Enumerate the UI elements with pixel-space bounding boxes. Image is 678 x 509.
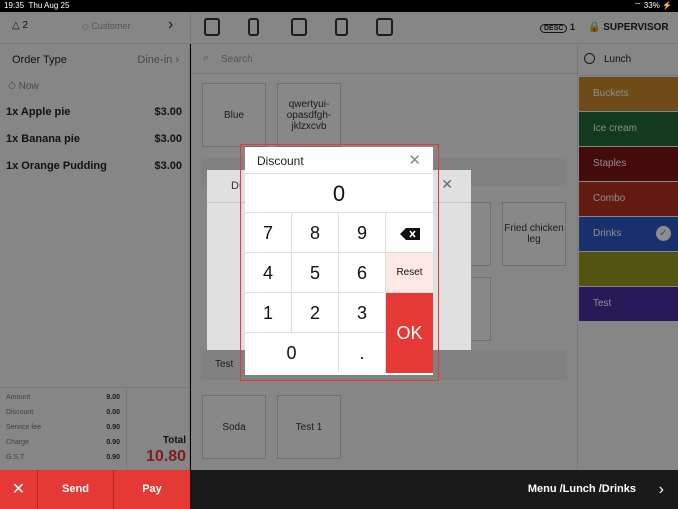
- close-icon[interactable]: ✕: [408, 151, 421, 169]
- chevron-right-icon[interactable]: ›: [659, 470, 664, 509]
- ok-button[interactable]: OK: [386, 293, 433, 373]
- key-4[interactable]: 4: [245, 253, 292, 293]
- key-8[interactable]: 8: [292, 213, 339, 253]
- cancel-button[interactable]: ✕: [0, 470, 38, 509]
- bottom-bar: ✕ Send Pay Menu /Lunch /Drinks ›: [0, 470, 678, 509]
- status-time-date: 19:35 Thu Aug 25: [4, 1, 70, 10]
- backspace-icon: [399, 228, 420, 241]
- dialog-title: Discount: [257, 154, 304, 168]
- reset-button[interactable]: Reset: [386, 253, 433, 293]
- backspace-button[interactable]: [386, 213, 433, 253]
- key-2[interactable]: 2: [292, 293, 339, 333]
- key-decimal[interactable]: .: [339, 333, 386, 373]
- key-5[interactable]: 5: [292, 253, 339, 293]
- discount-numpad-dialog: Discount ✕ 0 7 8 9 4 5 6 Reset 1 2 3 OK …: [245, 147, 433, 375]
- menu-breadcrumb: Menu /Lunch /Drinks: [527, 483, 636, 495]
- key-7[interactable]: 7: [245, 213, 292, 253]
- key-0[interactable]: 0: [245, 333, 339, 373]
- key-6[interactable]: 6: [339, 253, 386, 293]
- key-1[interactable]: 1: [245, 293, 292, 333]
- key-3[interactable]: 3: [339, 293, 386, 333]
- status-bar: 19:35 Thu Aug 25 ⌔ 33% ⚡: [0, 0, 678, 12]
- status-battery: ⌔ 33% ⚡: [634, 1, 672, 10]
- close-icon[interactable]: ✕: [441, 176, 453, 193]
- pay-button[interactable]: Pay: [114, 470, 190, 509]
- key-9[interactable]: 9: [339, 213, 386, 253]
- numpad-display: 0: [245, 173, 433, 213]
- send-button[interactable]: Send: [38, 470, 114, 509]
